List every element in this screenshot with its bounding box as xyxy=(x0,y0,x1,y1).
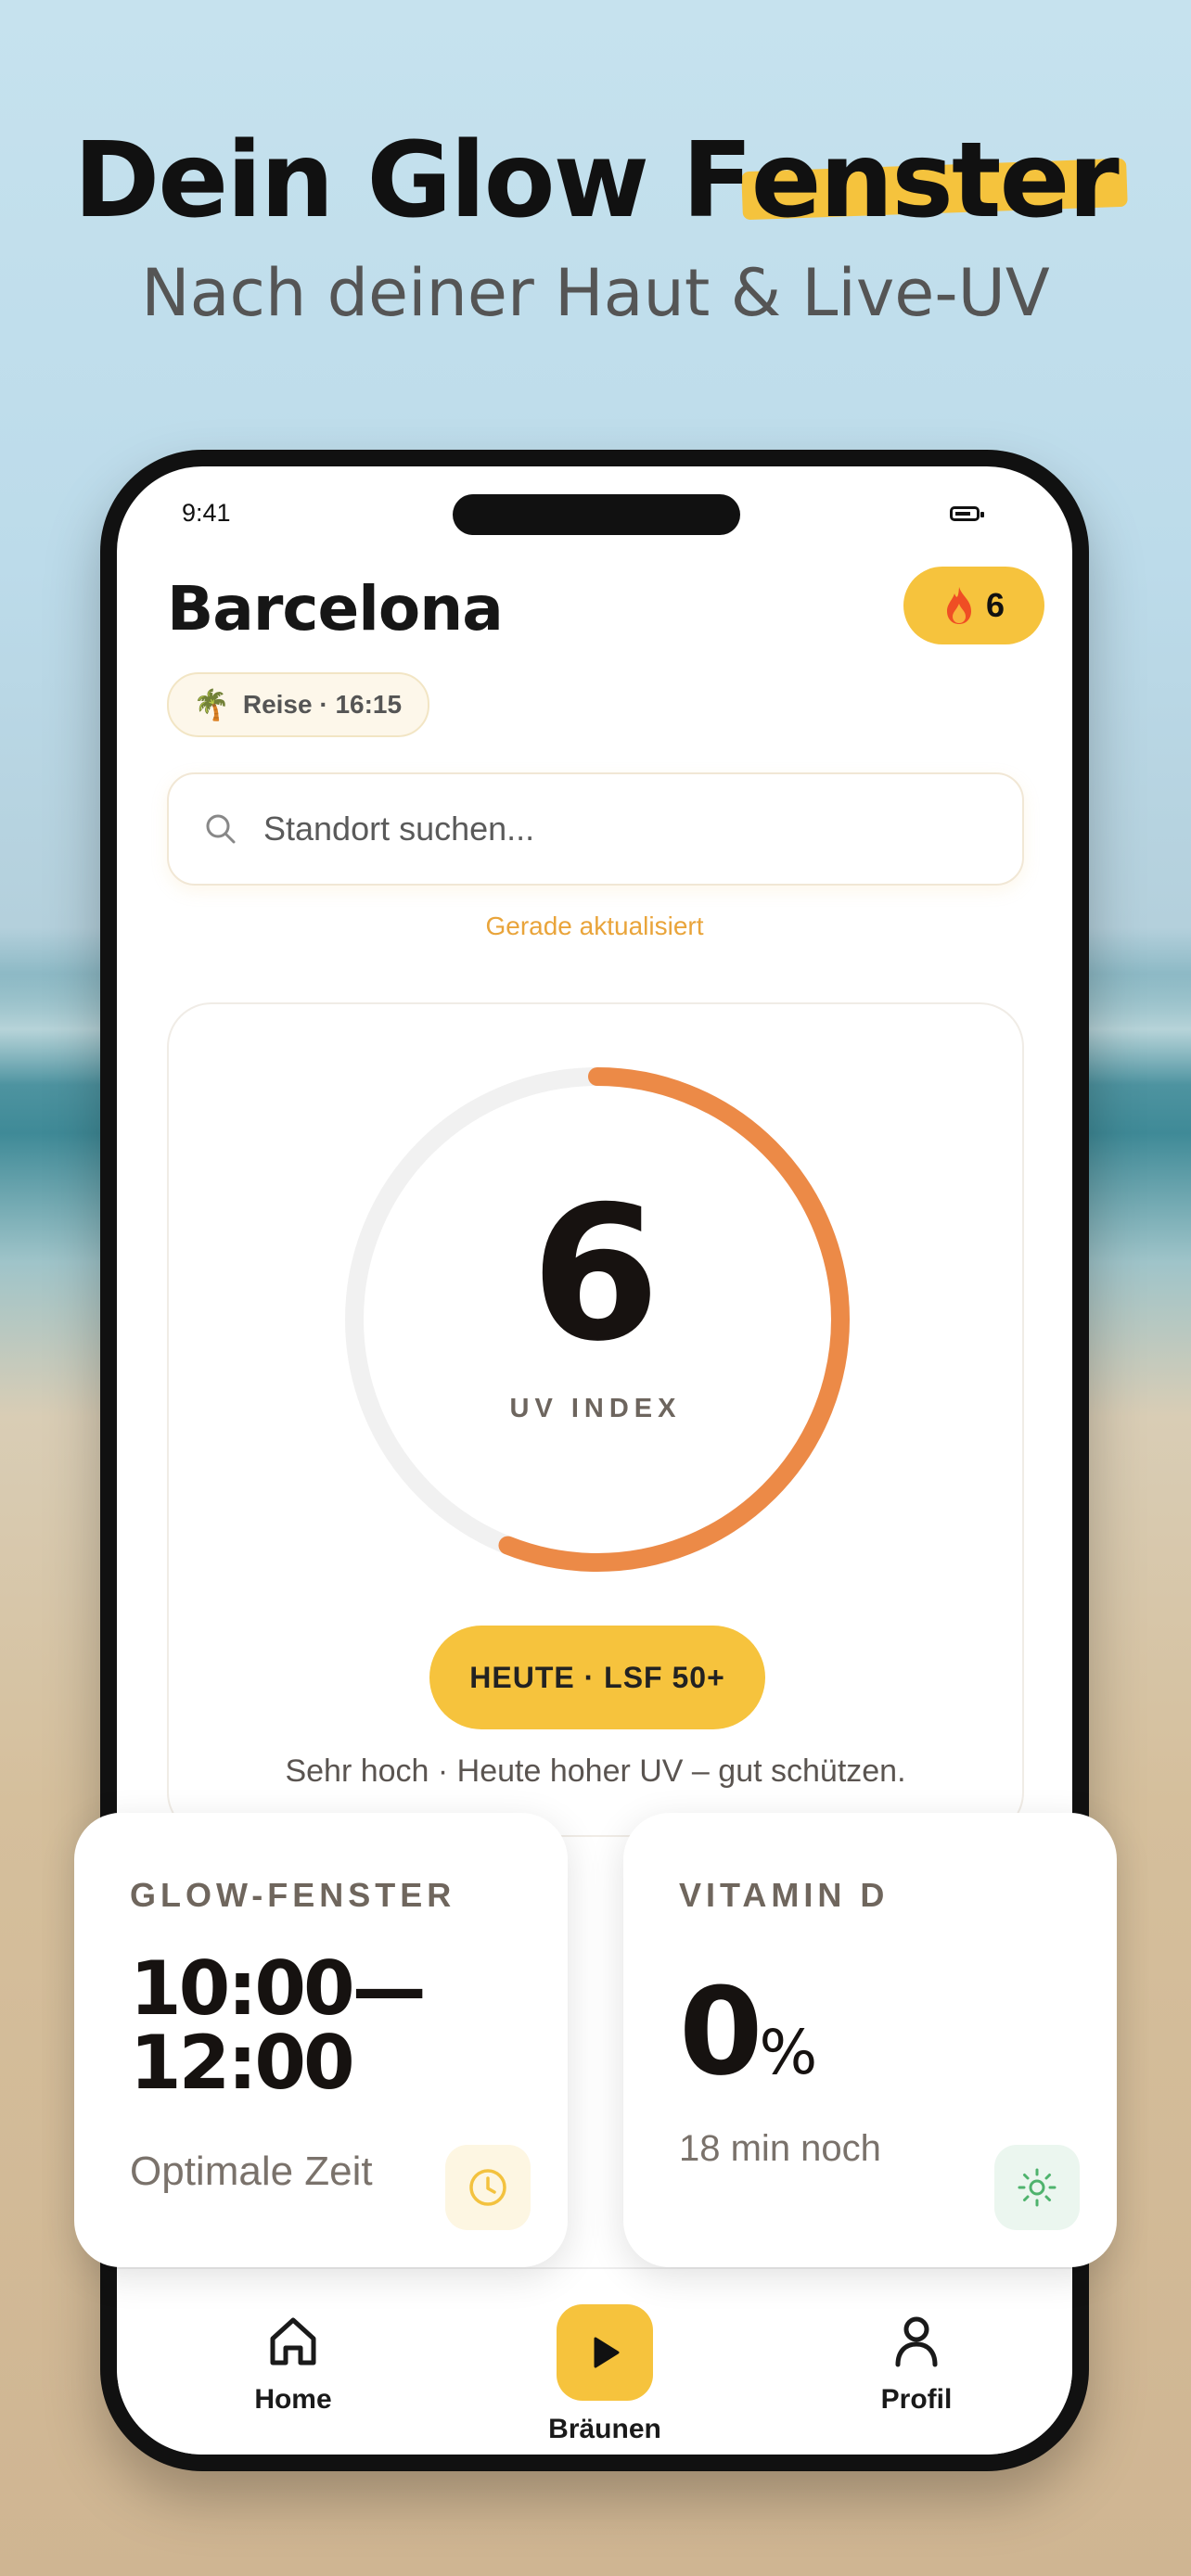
headline-text: Dein Glow F xyxy=(73,121,752,241)
tab-home-label: Home xyxy=(254,2384,332,2415)
spf-recommendation-button[interactable]: HEUTE · LSF 50+ xyxy=(429,1626,765,1729)
sun-icon xyxy=(1018,2168,1057,2207)
streak-count: 6 xyxy=(985,586,1005,624)
tab-profile[interactable]: Profil xyxy=(824,2311,1009,2416)
user-icon xyxy=(895,2316,938,2367)
search-input[interactable] xyxy=(262,809,915,849)
sun-tile xyxy=(994,2145,1080,2230)
status-time: 9:41 xyxy=(182,499,231,527)
vitamin-d-value: 0 xyxy=(679,1961,762,2102)
promo-headline: Dein Glow Fenster xyxy=(0,121,1191,241)
clock-tile xyxy=(445,2145,531,2230)
tab-tan-label: Bräunen xyxy=(548,2414,661,2444)
home-icon xyxy=(270,2317,316,2366)
search-icon xyxy=(206,814,236,844)
uv-index-value: 6 xyxy=(531,1167,660,1383)
glow-window-card[interactable]: GLOW-FENSTER 10:00— 12:00 Optimale Zeit xyxy=(74,1813,568,2267)
promo-subline: Nach deiner Haut & Live-UV xyxy=(141,255,1050,331)
glow-window-time: 10:00— 12:00 xyxy=(130,1945,427,2106)
vitamin-d-unit: % xyxy=(759,2017,818,2088)
glow-window-title: GLOW-FENSTER xyxy=(130,1876,456,1914)
tab-home[interactable]: Home xyxy=(200,2311,386,2416)
updated-status: Gerade aktualisiert xyxy=(485,912,704,940)
city-title: Barcelona xyxy=(167,573,504,644)
tab-tan[interactable]: Bräunen xyxy=(512,2304,698,2445)
vitamin-d-percent: 0% xyxy=(679,1961,817,2102)
battery-icon xyxy=(950,506,984,521)
search-bar[interactable] xyxy=(167,772,1024,886)
streak-badge[interactable]: 6 xyxy=(903,567,1044,644)
glow-window-subtitle: Optimale Zeit xyxy=(130,2149,373,2194)
vitamin-d-title: VITAMIN D xyxy=(679,1876,890,1914)
trip-chip-label: Reise · 16:15 xyxy=(242,690,403,719)
clock-icon xyxy=(469,2169,506,2206)
trip-chip[interactable]: 🌴 Reise · 16:15 xyxy=(167,672,430,737)
palm-tree-icon: 🌴 xyxy=(193,688,230,721)
uv-card: 6 UV INDEX HEUTE · LSF 50+ Sehr hoch · H… xyxy=(167,1002,1024,1837)
vitamin-d-card[interactable]: VITAMIN D 0% 18 min noch xyxy=(623,1813,1117,2267)
uv-description: Sehr hoch · Heute hoher UV – gut schütze… xyxy=(285,1753,906,1789)
flame-icon xyxy=(946,587,971,624)
headline-highlight-text: enster xyxy=(750,121,1120,241)
tab-bar: Home Bräunen Profil xyxy=(117,2267,1072,2455)
uv-index-label: UV INDEX xyxy=(509,1394,682,1423)
start-tanning-button[interactable] xyxy=(557,2304,653,2401)
tab-profile-label: Profil xyxy=(880,2384,953,2415)
dynamic-island xyxy=(453,494,740,535)
play-icon xyxy=(594,2337,620,2368)
vitamin-d-remaining: 18 min noch xyxy=(679,2128,881,2169)
